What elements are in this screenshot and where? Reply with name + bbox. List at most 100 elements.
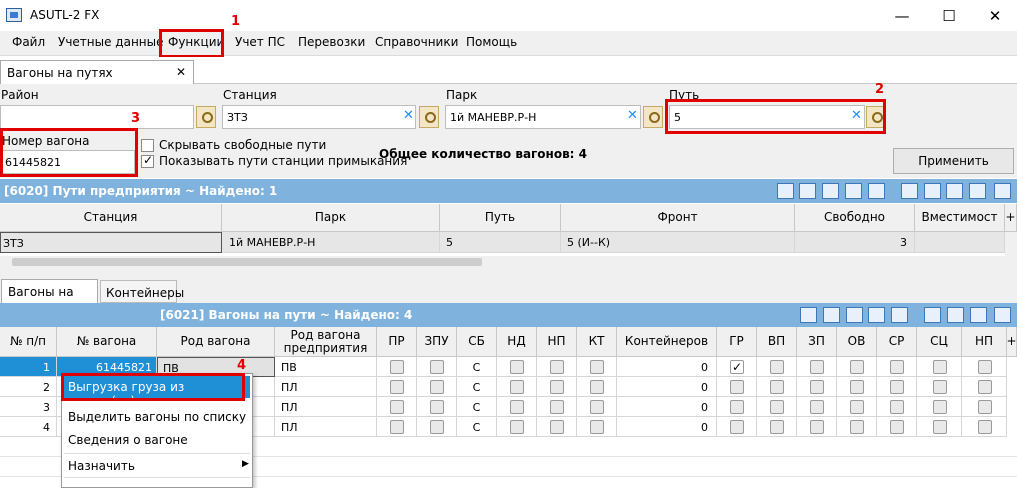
col-free[interactable]: Свободно [795,204,915,232]
row-checkbox[interactable] [770,360,784,374]
row-checkbox[interactable] [510,420,524,434]
row-checkbox[interactable] [510,380,524,394]
clear-filter-icon-2[interactable] [846,307,863,323]
cell-track[interactable]: 5 [440,232,561,253]
cell-sb[interactable]: С [457,377,497,397]
menu-accounting[interactable]: Учетные данные [54,35,168,49]
close-tab-icon[interactable]: ✕ [176,65,186,79]
col-wagon-number[interactable]: № вагона [57,327,157,357]
row-checkbox[interactable] [933,380,947,394]
row-checkbox[interactable] [810,380,824,394]
col-track[interactable]: Путь [440,204,561,232]
cell-sb[interactable]: С [457,397,497,417]
chart-icon-2[interactable] [868,307,885,323]
settings-icon[interactable] [969,183,986,199]
row-checkbox[interactable] [810,360,824,374]
cell-index[interactable]: 2 [0,377,57,397]
settings-icon-2[interactable] [994,307,1011,323]
col-index[interactable]: № п/п [0,327,57,357]
menu-references[interactable]: Справочники [371,35,462,49]
col-capacity[interactable]: Вместимост [915,204,1005,232]
refresh-icon-2[interactable] [947,307,964,323]
show-adjacent-checkbox[interactable] [141,153,154,168]
row-checkbox[interactable] [890,400,904,414]
chart-icon[interactable] [845,183,862,199]
col-np[interactable]: НП [537,327,577,357]
row-checkbox[interactable] [978,420,992,434]
park-lookup-icon[interactable] [643,106,663,128]
col-sr[interactable]: СР [877,327,917,357]
row-checkbox[interactable] [510,360,524,374]
col-vp[interactable]: ВП [757,327,797,357]
excel-icon-2[interactable] [970,307,987,323]
row-checkbox[interactable] [390,420,404,434]
col-kt[interactable]: КТ [577,327,617,357]
row-checkbox[interactable] [590,380,604,394]
filter-icon[interactable] [777,183,794,199]
menu-transport[interactable]: Перевозки [294,35,369,49]
row-checkbox[interactable] [730,380,744,394]
zoom-icon[interactable] [901,183,918,199]
col-containers[interactable]: Контейнеров [617,327,717,357]
row-checkbox[interactable] [978,360,992,374]
row-checkbox[interactable] [390,360,404,374]
menu-help[interactable]: Помощь [462,35,521,49]
cell-free[interactable]: 3 [795,232,915,253]
row-checkbox[interactable] [390,400,404,414]
tab-wagons-on-tracks[interactable]: Вагоны на путях предприятия ✕ [0,60,194,94]
col-station[interactable]: Станция [0,204,222,232]
row-checkbox[interactable] [550,380,564,394]
cell-capacity[interactable] [915,232,1005,253]
cell-index[interactable]: 4 [0,417,57,437]
scrollbar-thumb[interactable] [12,258,482,266]
clear-park-icon[interactable]: ✕ [627,108,638,123]
col-ov[interactable]: ОВ [837,327,877,357]
row-checkbox[interactable] [770,420,784,434]
row-checkbox[interactable] [770,400,784,414]
col-wagon-type[interactable]: Род вагона [157,327,275,357]
row-checkbox[interactable] [730,420,744,434]
row-checkbox[interactable] [850,400,864,414]
cell-index[interactable]: 1 [0,357,57,377]
col-nd[interactable]: НД [497,327,537,357]
add-column-icon[interactable]: + [1005,204,1017,232]
row-checkbox[interactable] [430,420,444,434]
col-enterprise-wagon-type[interactable]: Род вагона предприятия [275,327,377,357]
maximize-button[interactable]: ☐ [926,0,972,31]
row-checkbox[interactable] [430,380,444,394]
cell-containers[interactable]: 0 [617,377,717,397]
row-checkbox[interactable] [430,400,444,414]
excel-icon[interactable] [946,183,963,199]
menu-item-select-by-list[interactable]: Выделить вагоны по списку [68,410,246,424]
clear-filter-icon[interactable] [822,183,839,199]
col-sb[interactable]: СБ [457,327,497,357]
menu-item-assign[interactable]: Назначить [68,459,135,473]
row-checkbox[interactable] [550,400,564,414]
col-zp[interactable]: ЗП [797,327,837,357]
vertical-scrollbar[interactable] [1005,232,1017,256]
horizontal-scrollbar[interactable] [0,256,1017,269]
menu-file[interactable]: Файл [8,35,49,49]
col-pr[interactable]: ПР [377,327,417,357]
col-zpu[interactable]: ЗПУ [417,327,457,357]
cell-sb[interactable]: С [457,417,497,437]
cell-park[interactable]: 1й МАНЕВР.Р-Н [222,232,440,253]
cell-containers[interactable]: 0 [617,357,717,377]
cell-sb[interactable]: С [457,357,497,377]
row-checkbox[interactable] [590,360,604,374]
rayon-lookup-icon[interactable] [196,106,216,128]
row-checkbox[interactable] [933,360,947,374]
row-checkbox[interactable] [850,360,864,374]
row-checkbox[interactable] [810,420,824,434]
cell-front[interactable]: 5 (И--К) [561,232,795,253]
row-checkbox[interactable]: ✓ [730,360,744,374]
hide-free-checkbox[interactable] [141,139,154,152]
minimize-button[interactable]: — [879,0,925,31]
row-checkbox[interactable] [978,400,992,414]
row-checkbox[interactable] [430,360,444,374]
rayon-field[interactable] [0,105,194,129]
filter-icon-2[interactable] [800,307,817,323]
row-checkbox[interactable] [730,400,744,414]
dropdown-icon[interactable] [994,183,1011,199]
cell-index[interactable]: 3 [0,397,57,417]
